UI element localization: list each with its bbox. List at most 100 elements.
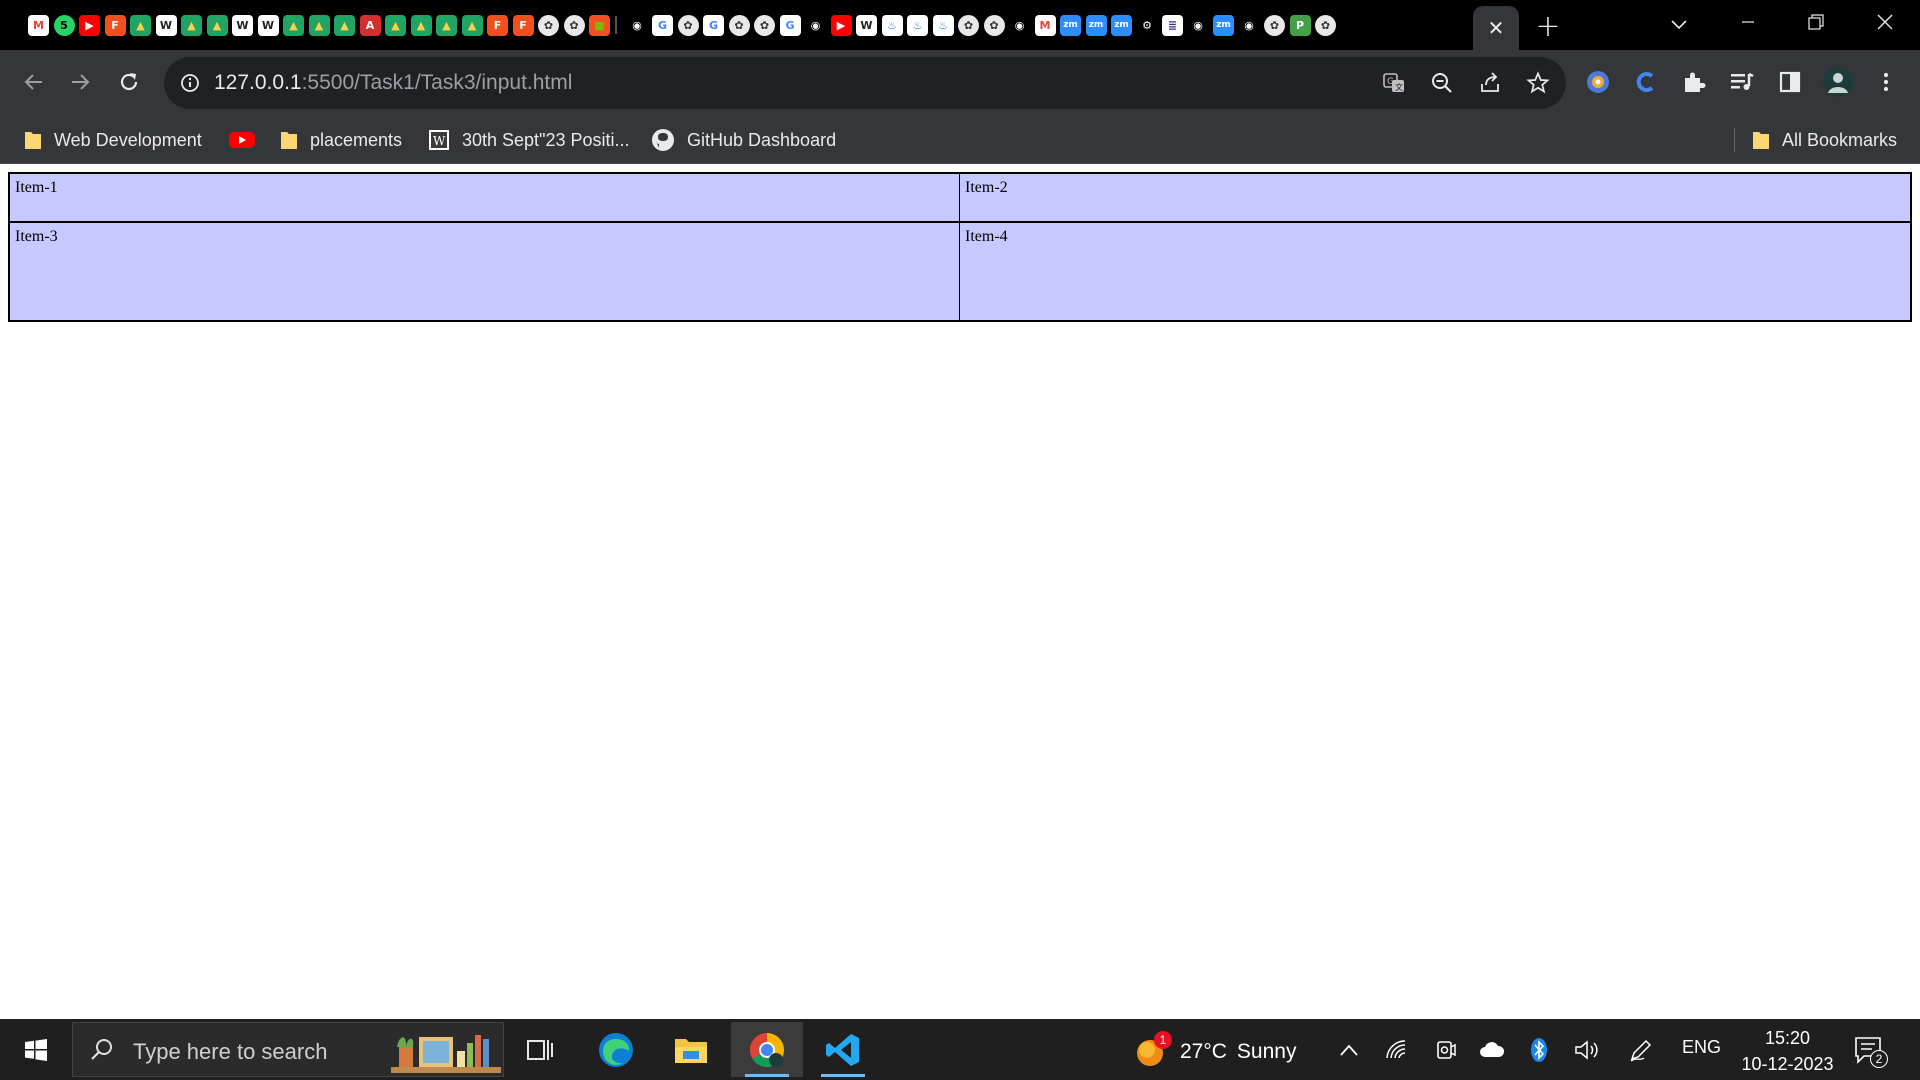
bookmark-star-button[interactable] xyxy=(1524,69,1552,97)
weather-widget[interactable]: 1 27°C Sunny xyxy=(1134,1031,1297,1069)
tab-github-icon[interactable]: ◉ xyxy=(1187,14,1209,36)
tab-google-drive-icon[interactable]: ▲ xyxy=(436,14,457,36)
media-control-button[interactable] xyxy=(1726,66,1758,98)
show-hidden-icons-button[interactable] xyxy=(1334,1035,1364,1065)
tab-gmail-icon[interactable]: M xyxy=(1034,14,1056,36)
tab-google-icon[interactable]: G xyxy=(779,14,801,36)
tab-figma-icon[interactable]: F xyxy=(104,14,126,36)
bookmark-positions[interactable]: W 30th Sept"23 Positi... xyxy=(428,126,630,154)
tab-close-button[interactable]: ✕ xyxy=(1488,16,1505,41)
tab-flame-icon[interactable]: ♨ xyxy=(932,14,954,36)
pen-tray-button[interactable] xyxy=(1626,1035,1656,1065)
tab-zoom-icon[interactable]: zm xyxy=(1060,14,1081,36)
chrome-menu-button[interactable] xyxy=(1870,66,1902,98)
translate-button[interactable]: G文 xyxy=(1380,69,1408,97)
tab-github-icon[interactable]: ◉ xyxy=(805,14,826,36)
tab-acrobat-icon[interactable]: A xyxy=(359,14,381,36)
tab-google-drive-icon[interactable]: ▲ xyxy=(206,14,228,36)
tab-zoom-icon[interactable]: zm xyxy=(1111,14,1132,36)
profile-avatar-button[interactable] xyxy=(1822,66,1854,98)
tab-google-drive-icon[interactable]: ▲ xyxy=(283,14,304,36)
weather-condition: Sunny xyxy=(1236,1040,1297,1063)
tab-google-drive-icon[interactable]: ▲ xyxy=(410,14,432,36)
tab-chatgpt-icon[interactable]: ✿ xyxy=(1315,14,1336,36)
tab-figma-icon[interactable]: F xyxy=(512,14,534,36)
tab-microsoft-icon[interactable]: ■ xyxy=(589,14,610,36)
tab-chatgpt-icon[interactable]: ✿ xyxy=(1264,14,1285,36)
tab-chatgpt-icon[interactable]: ✿ xyxy=(958,14,979,36)
tab-google-drive-icon[interactable]: ▲ xyxy=(334,14,355,36)
taskbar-search-box[interactable]: Type here to search xyxy=(72,1022,504,1077)
tab-search-button[interactable] xyxy=(1664,10,1694,40)
input-language[interactable]: ENG xyxy=(1682,1037,1721,1058)
address-bar[interactable]: 127.0.0.1:5500/Task1/Task3/input.html G文 xyxy=(164,57,1566,109)
taskbar-chrome[interactable] xyxy=(731,1022,803,1077)
tab-figma-icon[interactable]: F xyxy=(487,14,508,36)
tab-google-drive-icon[interactable]: ▲ xyxy=(181,14,202,36)
tab-list-icon[interactable]: ≣ xyxy=(1162,14,1183,36)
tab-github-icon[interactable]: ◉ xyxy=(1009,14,1030,36)
tab-github-icon[interactable]: ◉ xyxy=(626,14,648,36)
tab-google-drive-icon[interactable]: ▲ xyxy=(130,14,151,36)
tab-google-drive-icon[interactable]: ▲ xyxy=(461,14,483,36)
side-panel-button[interactable] xyxy=(1774,66,1806,98)
tab-wordpress-icon[interactable]: W xyxy=(856,14,877,36)
volume-tray-button[interactable] xyxy=(1572,1035,1602,1065)
tab-google-icon[interactable]: G xyxy=(652,14,673,36)
task-view-button[interactable] xyxy=(504,1022,576,1077)
tab-zoom-icon[interactable]: zm xyxy=(1085,14,1107,36)
tab-github-icon[interactable]: ◉ xyxy=(1238,14,1260,36)
tab-wordpress-icon[interactable]: W xyxy=(155,14,177,36)
url-text[interactable]: 127.0.0.1:5500/Task1/Task3/input.html xyxy=(214,71,572,95)
active-tab[interactable]: ✕ xyxy=(1473,6,1519,50)
tab-chatgpt-icon[interactable]: ✿ xyxy=(677,14,699,36)
reload-button[interactable] xyxy=(112,65,146,99)
network-tray-button[interactable] xyxy=(1382,1035,1412,1065)
tab-youtube-icon[interactable]: ▶ xyxy=(79,14,100,36)
start-button[interactable] xyxy=(14,1031,58,1069)
back-button[interactable] xyxy=(16,65,50,99)
restore-button[interactable] xyxy=(1782,0,1850,44)
tab-wordpress-icon[interactable]: W xyxy=(232,14,253,36)
share-button[interactable] xyxy=(1476,69,1504,97)
tab-gmail-icon[interactable]: M xyxy=(28,14,49,36)
tab-flame-icon[interactable]: ♨ xyxy=(907,14,928,36)
tab-google-drive-icon[interactable]: ▲ xyxy=(308,14,330,36)
minimize-button[interactable] xyxy=(1714,0,1782,44)
tab-zoom-icon[interactable]: zm xyxy=(1213,14,1234,36)
site-info-icon[interactable] xyxy=(178,71,202,95)
bluetooth-tray-button[interactable] xyxy=(1524,1035,1554,1065)
onedrive-tray-button[interactable] xyxy=(1477,1035,1507,1065)
tab-flame-icon[interactable]: ♨ xyxy=(881,14,903,36)
forward-button[interactable] xyxy=(64,65,98,99)
taskbar-vscode[interactable] xyxy=(807,1022,879,1077)
bookmark-placements[interactable]: placements xyxy=(280,126,402,154)
tab-wordpress-icon[interactable]: W xyxy=(257,14,279,36)
tab-google-icon[interactable]: G xyxy=(703,14,724,36)
tab-gear-icon[interactable]: ⚙ xyxy=(1136,14,1158,36)
tab-chatgpt-icon[interactable]: ✿ xyxy=(538,14,559,36)
tab-chatgpt-icon[interactable]: ✿ xyxy=(563,14,585,36)
meet-now-tray-button[interactable] xyxy=(1430,1035,1460,1065)
tab-youtube-icon[interactable]: ▶ xyxy=(830,14,852,36)
new-tab-button[interactable]: + xyxy=(1532,9,1564,44)
tab-whatsapp-icon[interactable]: 5 xyxy=(53,14,75,36)
zoom-button[interactable] xyxy=(1428,69,1456,97)
system-clock[interactable]: 15:20 10-12-2023 xyxy=(1735,1025,1840,1077)
tab-chatgpt-icon[interactable]: ✿ xyxy=(983,14,1005,36)
extension-1-button[interactable] xyxy=(1582,66,1614,98)
bookmark-youtube[interactable] xyxy=(229,126,267,154)
taskbar-file-explorer[interactable] xyxy=(655,1022,727,1077)
bookmark-web-development[interactable]: Web Development xyxy=(24,126,202,154)
notification-center-button[interactable]: 2 xyxy=(1852,1034,1888,1068)
extensions-button[interactable] xyxy=(1678,66,1710,98)
taskbar-edge[interactable] xyxy=(580,1022,652,1077)
extension-2-button[interactable] xyxy=(1630,66,1662,98)
tab-chatgpt-icon[interactable]: ✿ xyxy=(754,14,775,36)
tab-chatgpt-icon[interactable]: ✿ xyxy=(728,14,750,36)
close-window-button[interactable] xyxy=(1851,0,1919,44)
tab-pdf-icon[interactable]: P xyxy=(1289,14,1311,36)
all-bookmarks-button[interactable]: All Bookmarks xyxy=(1752,126,1897,154)
bookmark-github-dashboard[interactable]: GitHub Dashboard xyxy=(651,126,836,154)
tab-google-drive-icon[interactable]: ▲ xyxy=(385,14,406,36)
